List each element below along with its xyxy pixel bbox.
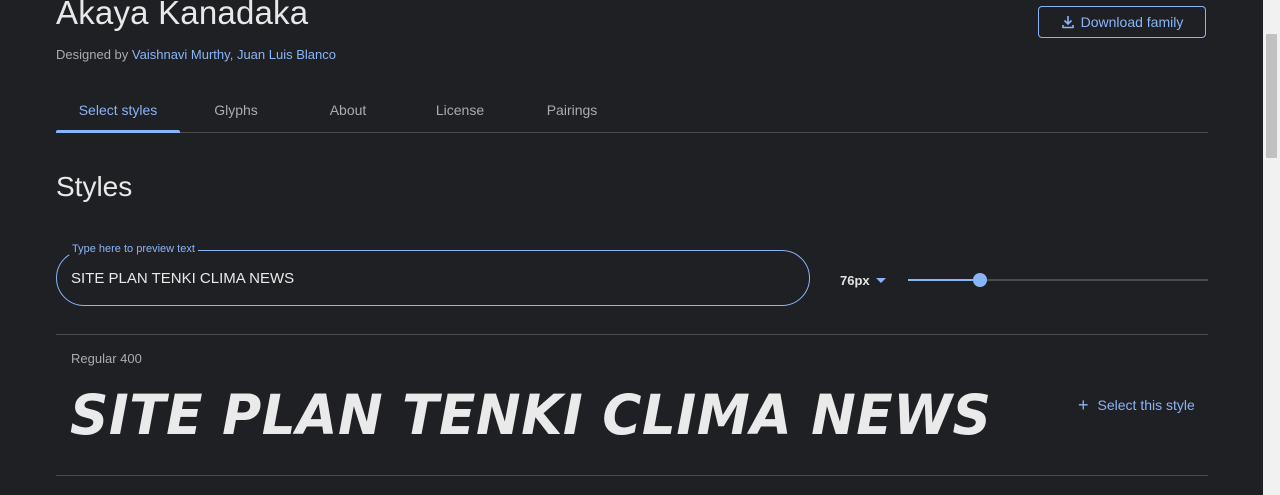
tab-bar: Select styles Glyphs About License Pairi… bbox=[56, 88, 1208, 133]
family-title: Akaya Kanadaka bbox=[56, 0, 309, 31]
divider bbox=[56, 475, 1208, 476]
tab-select-styles[interactable]: Select styles bbox=[56, 88, 180, 133]
font-family-page: Akaya Kanadaka Designed by Vaishnavi Mur… bbox=[0, 0, 1280, 495]
tab-glyphs[interactable]: Glyphs bbox=[180, 88, 292, 131]
caret-down-icon bbox=[875, 278, 886, 283]
designer-link-1[interactable]: Vaishnavi Murthy bbox=[132, 47, 230, 62]
tab-license[interactable]: License bbox=[404, 88, 516, 131]
style-preview-text: SITE PLAN TENKI CLIMA NEWS bbox=[70, 383, 992, 447]
style-name: Regular 400 bbox=[71, 351, 142, 366]
tab-about[interactable]: About bbox=[292, 88, 404, 131]
download-icon bbox=[1061, 15, 1075, 29]
slider-fill bbox=[908, 279, 980, 281]
tab-pairings[interactable]: Pairings bbox=[516, 88, 628, 131]
designer-link-2[interactable]: Juan Luis Blanco bbox=[237, 47, 336, 62]
page-scrollbar[interactable] bbox=[1263, 0, 1280, 495]
select-this-style-label: Select this style bbox=[1097, 397, 1195, 413]
preview-text-field: Type here to preview text bbox=[56, 243, 810, 306]
font-size-value: 76px bbox=[840, 273, 870, 288]
slider-thumb[interactable] bbox=[973, 273, 987, 287]
divider bbox=[56, 334, 1208, 335]
designer-credits: Designed by Vaishnavi Murthy, Juan Luis … bbox=[56, 47, 336, 62]
scrollbar-thumb[interactable] bbox=[1266, 34, 1277, 158]
designer-separator: , bbox=[229, 47, 234, 62]
download-family-label: Download family bbox=[1080, 14, 1184, 30]
font-size-slider[interactable] bbox=[908, 270, 1208, 290]
designed-by-label: Designed by bbox=[56, 47, 129, 62]
select-this-style-button[interactable]: + Select this style bbox=[1078, 395, 1195, 415]
styles-heading: Styles bbox=[56, 171, 133, 202]
font-size-select[interactable]: 76px bbox=[840, 273, 886, 288]
plus-icon: + bbox=[1078, 395, 1089, 415]
preview-text-input[interactable] bbox=[71, 251, 791, 305]
download-family-button[interactable]: Download family bbox=[1038, 6, 1206, 38]
